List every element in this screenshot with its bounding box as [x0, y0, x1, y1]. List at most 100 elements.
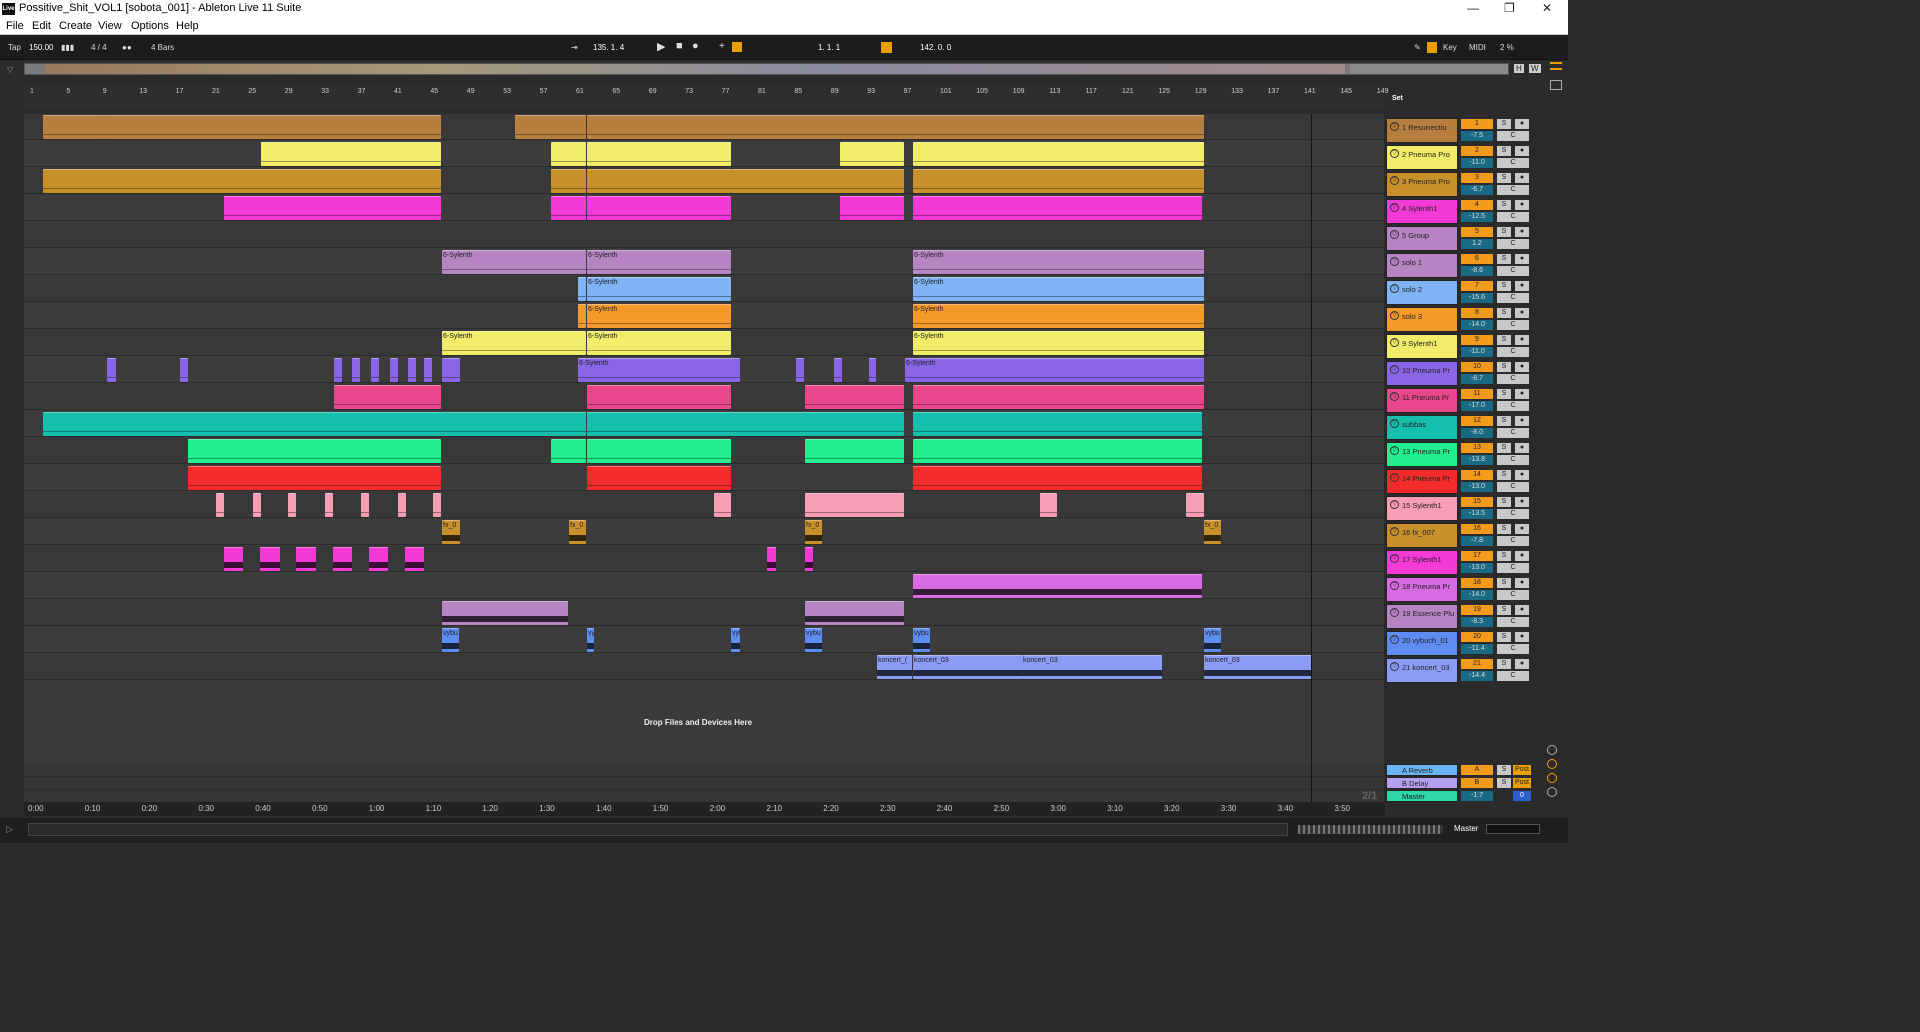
clip[interactable]	[805, 493, 904, 517]
return-name[interactable]: Master	[1402, 792, 1458, 801]
menu-options[interactable]: Options	[131, 20, 169, 32]
clip[interactable]	[224, 547, 243, 571]
arm-button[interactable]: ●	[1515, 173, 1529, 183]
clip[interactable]	[913, 385, 1204, 409]
play-icon[interactable]: ▶	[657, 40, 665, 53]
solo-button[interactable]: S	[1497, 389, 1511, 399]
track-volume[interactable]: -14.0	[1461, 320, 1493, 330]
clip[interactable]	[296, 547, 316, 571]
clip[interactable]: vybu	[587, 628, 594, 652]
pan-knob[interactable]: C	[1497, 266, 1529, 276]
clip[interactable]: 6-Sylenth	[587, 250, 731, 274]
overdub-icon[interactable]: +	[719, 41, 725, 52]
track-name[interactable]: 18 Pneuma Pr	[1402, 582, 1458, 591]
mixer-section-icon[interactable]	[1547, 787, 1557, 797]
track-volume[interactable]: -17.0	[1461, 401, 1493, 411]
arm-button[interactable]: ●	[1515, 605, 1529, 615]
fold-icon[interactable]: ▽	[1390, 527, 1399, 536]
clip[interactable]	[405, 547, 424, 571]
clip[interactable]: vybu	[805, 628, 822, 652]
track-name[interactable]: 3 Pneuma Pro	[1402, 177, 1458, 186]
arm-button[interactable]: ●	[1515, 281, 1529, 291]
track-lane[interactable]	[24, 654, 1384, 680]
track-volume[interactable]: -8.7	[1461, 374, 1493, 384]
return-lane[interactable]	[24, 790, 1384, 802]
arm-button[interactable]: ●	[1515, 524, 1529, 534]
fold-icon[interactable]: ▽	[1390, 473, 1399, 482]
menu-view[interactable]: View	[98, 20, 122, 32]
clip[interactable]	[714, 493, 731, 517]
arm-button[interactable]: ●	[1515, 497, 1529, 507]
track-volume[interactable]: -8.6	[1461, 266, 1493, 276]
clip[interactable]	[107, 358, 116, 382]
clip[interactable]	[805, 385, 904, 409]
arm-button[interactable]: ●	[1515, 146, 1529, 156]
clip[interactable]: fx_0	[805, 520, 822, 544]
arm-button[interactable]: ●	[1515, 659, 1529, 669]
return-name[interactable]: A Reverb	[1402, 766, 1458, 775]
track-name[interactable]: solo 2	[1402, 285, 1458, 294]
track-volume[interactable]: -13.0	[1461, 563, 1493, 573]
track-activator[interactable]: 5	[1461, 227, 1493, 237]
return-lane[interactable]	[24, 777, 1384, 790]
clip[interactable]: 6-Sylenth	[442, 331, 586, 355]
clip[interactable]	[587, 142, 731, 166]
clip[interactable]	[913, 142, 1204, 166]
arm-button[interactable]: ●	[1515, 254, 1529, 264]
pan-knob[interactable]: C	[1497, 320, 1529, 330]
quantize-menu[interactable]: 4 Bars	[151, 43, 174, 52]
time-ruler[interactable]: 0:00 0:10 0:20 0:30 0:40 0:50 1:00 1:10 1:20 1:30…	[24, 802, 1385, 816]
clip[interactable]	[253, 493, 261, 517]
solo-button[interactable]: S	[1497, 765, 1511, 775]
track-activator[interactable]: 9	[1461, 335, 1493, 345]
clip[interactable]	[913, 196, 1202, 220]
midi-map-button[interactable]: MIDI	[1469, 43, 1486, 52]
clip[interactable]: 6-Sylenth	[578, 358, 740, 382]
send-mode-button[interactable]: Post	[1513, 778, 1531, 788]
clip[interactable]	[587, 115, 1204, 139]
clip[interactable]: 6-Sylenth	[913, 277, 1204, 301]
clip[interactable]: 6-Sylenth	[913, 304, 1204, 328]
clip[interactable]	[731, 169, 904, 193]
hotswap-w-button[interactable]: W	[1529, 64, 1541, 73]
pan-knob[interactable]: C	[1497, 158, 1529, 168]
return-activator[interactable]: -1.7	[1461, 791, 1493, 801]
hotswap-h-button[interactable]: H	[1514, 64, 1524, 73]
clip[interactable]: 6-Sylenth	[587, 304, 731, 328]
clip[interactable]	[288, 493, 296, 517]
clip[interactable]	[805, 547, 813, 571]
arrangement-view[interactable]: Drop Files and Devices Here 6-Sylenth 6-S…	[24, 114, 1384, 802]
clip[interactable]	[43, 412, 586, 436]
clip[interactable]	[43, 169, 441, 193]
track-activator[interactable]: 8	[1461, 308, 1493, 318]
send-mode-button[interactable]: Post	[1513, 765, 1531, 775]
track-header[interactable]: ▽ 21 koncert_03 21 -14.4 S ● C	[1386, 657, 1558, 684]
track-volume[interactable]: -12.5	[1461, 212, 1493, 222]
track-activator[interactable]: 7	[1461, 281, 1493, 291]
stop-icon[interactable]: ■	[676, 40, 683, 52]
return-name[interactable]: B Delay	[1402, 779, 1458, 788]
loop-start-field[interactable]: 1. 1. 1	[818, 43, 840, 52]
clip[interactable]	[587, 169, 731, 193]
clip[interactable]	[43, 115, 104, 139]
solo-button[interactable]: S	[1497, 335, 1511, 345]
track-activator[interactable]: 13	[1461, 443, 1493, 453]
track-name[interactable]: 20 vybuch_01	[1402, 636, 1458, 645]
solo-button[interactable]: S	[1497, 605, 1511, 615]
pan-knob[interactable]: C	[1497, 563, 1529, 573]
clip[interactable]	[325, 493, 333, 517]
clip[interactable]	[551, 169, 586, 193]
track-activator[interactable]: 21	[1461, 659, 1493, 669]
clip[interactable]	[334, 385, 441, 409]
track-header[interactable]: ▽ 4 Sylenth1 4 -12.5 S ● C	[1386, 198, 1558, 225]
track-name[interactable]: 9 Sylenth1	[1402, 339, 1458, 348]
fold-icon[interactable]: ◇	[1390, 230, 1399, 239]
clip[interactable]: koncert_03	[1204, 655, 1311, 679]
arm-button[interactable]: ●	[1515, 335, 1529, 345]
io-toggle-icon[interactable]	[1547, 745, 1557, 755]
pan-knob[interactable]: C	[1497, 590, 1529, 600]
track-volume[interactable]: -14.4	[1461, 671, 1493, 681]
track-header[interactable]: ▽ 3 Pneuma Pro 3 -6.7 S ● C	[1386, 171, 1558, 198]
key-map-button[interactable]: Key	[1443, 43, 1457, 52]
track-name[interactable]: 10 Pneuma Pr	[1402, 366, 1458, 375]
